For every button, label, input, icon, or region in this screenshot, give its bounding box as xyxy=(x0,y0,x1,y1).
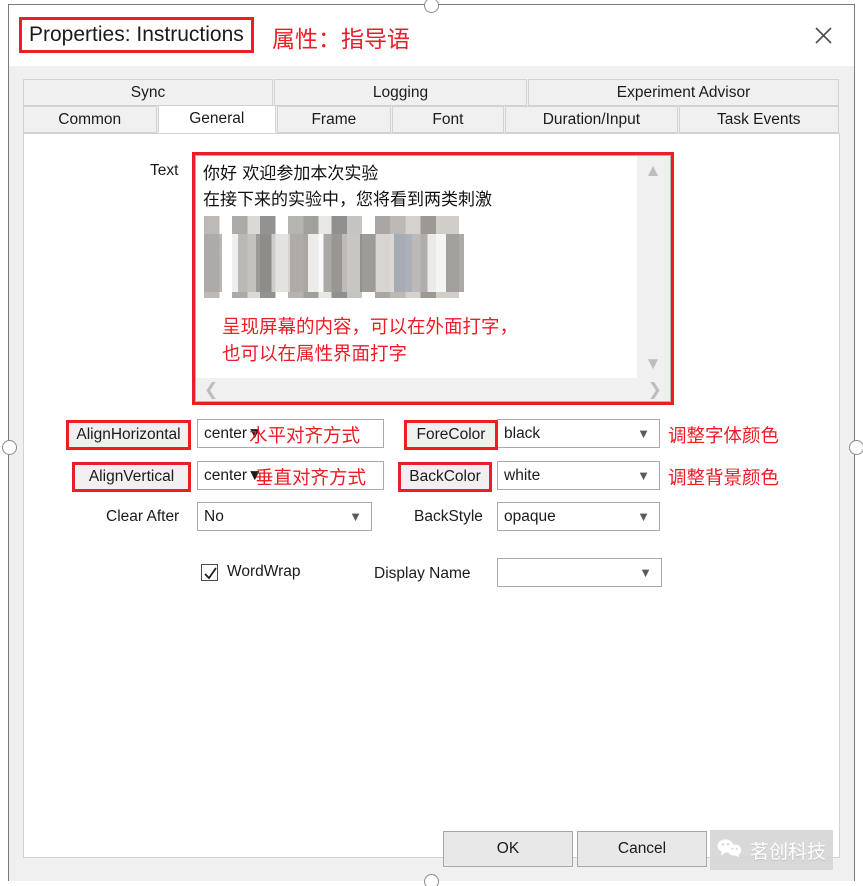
back-color-value: white xyxy=(504,466,541,484)
tab-strip-row1: Sync Logging Experiment Advisor xyxy=(23,79,840,106)
chevron-right-icon[interactable]: ❯ xyxy=(648,381,662,398)
fore-color-annotation: 调整字体颜色 xyxy=(668,426,780,447)
close-icon xyxy=(814,26,833,45)
chevron-down-icon[interactable]: ▼ xyxy=(639,566,652,579)
cancel-button-label: Cancel xyxy=(617,840,667,857)
fore-color-label: ForeColor xyxy=(404,420,498,450)
back-style-value: opaque xyxy=(504,507,556,525)
resize-handle-left[interactable] xyxy=(2,440,17,455)
tab-general[interactable]: General xyxy=(157,105,277,133)
text-field-value: 你好 欢迎参加本次实验 在接下来的实验中，您将看到两类刺激 xyxy=(203,164,492,210)
tab-frame[interactable]: Frame xyxy=(277,106,391,133)
title-annotation: 属性：指导语 xyxy=(272,27,410,53)
back-color-label: BackColor xyxy=(398,462,492,492)
title-bar: Properties: Instructions 属性：指导语 xyxy=(9,5,854,66)
tab-label: Experiment Advisor xyxy=(616,83,751,101)
clear-after-value: No xyxy=(204,507,224,525)
resize-handle-bottom[interactable] xyxy=(424,874,439,886)
align-horizontal-value: center xyxy=(204,424,248,442)
screenshot-root: Properties: Instructions 属性：指导语 Sync Log… xyxy=(0,0,863,886)
back-color-dropdown[interactable]: white ▼ xyxy=(497,461,660,490)
tab-common[interactable]: Common xyxy=(23,106,157,133)
wechat-icon xyxy=(717,838,743,863)
tab-label: Logging xyxy=(372,83,429,101)
ok-button-label: OK xyxy=(496,840,520,857)
tab-label: Frame xyxy=(311,110,357,128)
tab-duration-input[interactable]: Duration/Input xyxy=(505,106,678,133)
tab-label: Task Events xyxy=(717,110,801,128)
word-wrap-label: WordWrap xyxy=(227,563,301,580)
tab-label: General xyxy=(189,109,245,127)
text-field-horizontal-scrollbar[interactable]: ❮ ❯ xyxy=(196,378,670,401)
word-wrap-checkbox[interactable]: WordWrap xyxy=(201,563,301,581)
tab-sync[interactable]: Sync xyxy=(23,79,273,106)
chevron-down-icon[interactable]: ▼ xyxy=(349,510,362,523)
chevron-down-icon[interactable]: ▼ xyxy=(645,355,662,372)
align-vertical-value: center xyxy=(204,466,248,484)
fore-color-value: black xyxy=(504,424,541,442)
wechat-watermark: 茗创科技 xyxy=(710,830,833,870)
tab-label: Sync xyxy=(130,83,166,101)
watermark-text: 茗创科技 xyxy=(749,840,826,863)
clear-after-label: Clear After xyxy=(106,508,180,525)
ok-button[interactable]: OK xyxy=(443,831,573,867)
fore-color-dropdown[interactable]: black ▼ xyxy=(497,419,660,448)
align-horizontal-annotation: 水平对齐方式 xyxy=(249,426,361,447)
tab-task-events[interactable]: Task Events xyxy=(678,106,839,133)
chevron-down-icon[interactable]: ▼ xyxy=(637,510,650,523)
tab-label: Duration/Input xyxy=(542,110,641,128)
tab-font[interactable]: Font xyxy=(391,106,505,133)
checkbox-box[interactable] xyxy=(201,563,218,581)
tab-label: Common xyxy=(58,110,122,128)
chevron-left-icon[interactable]: ❮ xyxy=(204,381,218,398)
page-title-highlight: Properties: Instructions xyxy=(19,17,254,53)
cancel-button[interactable]: Cancel xyxy=(577,831,707,867)
back-style-dropdown[interactable]: opaque ▼ xyxy=(497,502,660,531)
redacted-content-block-2 xyxy=(204,234,464,292)
tab-experiment-advisor[interactable]: Experiment Advisor xyxy=(528,79,839,106)
tab-strip-row2: Common General Frame Font Duration/Input… xyxy=(23,105,840,133)
align-horizontal-label: AlignHorizontal xyxy=(66,420,191,450)
chevron-down-icon[interactable]: ▼ xyxy=(637,427,650,440)
tab-logging[interactable]: Logging xyxy=(274,79,527,106)
resize-handle-right[interactable] xyxy=(849,440,863,455)
back-color-annotation: 调整背景颜色 xyxy=(668,468,780,489)
chevron-up-icon[interactable]: ▲ xyxy=(645,162,662,179)
page-title: Properties: Instructions xyxy=(29,23,244,46)
chevron-down-icon[interactable]: ▼ xyxy=(637,469,650,482)
text-field-annotation: 呈现屏幕的内容，可以在外面打字， 也可以在属性界面打字 xyxy=(222,317,519,365)
check-icon xyxy=(204,567,217,579)
back-style-label: BackStyle xyxy=(414,508,483,525)
display-name-dropdown[interactable]: ▼ xyxy=(497,558,662,587)
align-vertical-label: AlignVertical xyxy=(72,462,191,492)
align-vertical-annotation: 垂直对齐方式 xyxy=(255,468,367,489)
close-button[interactable] xyxy=(800,14,846,56)
tab-label: Font xyxy=(432,110,464,128)
text-field-vertical-scrollbar[interactable]: ▲ ▼ xyxy=(637,156,669,378)
clear-after-dropdown[interactable]: No ▼ xyxy=(197,502,372,531)
text-field-label: Text xyxy=(150,162,179,179)
display-name-label: Display Name xyxy=(374,565,471,582)
